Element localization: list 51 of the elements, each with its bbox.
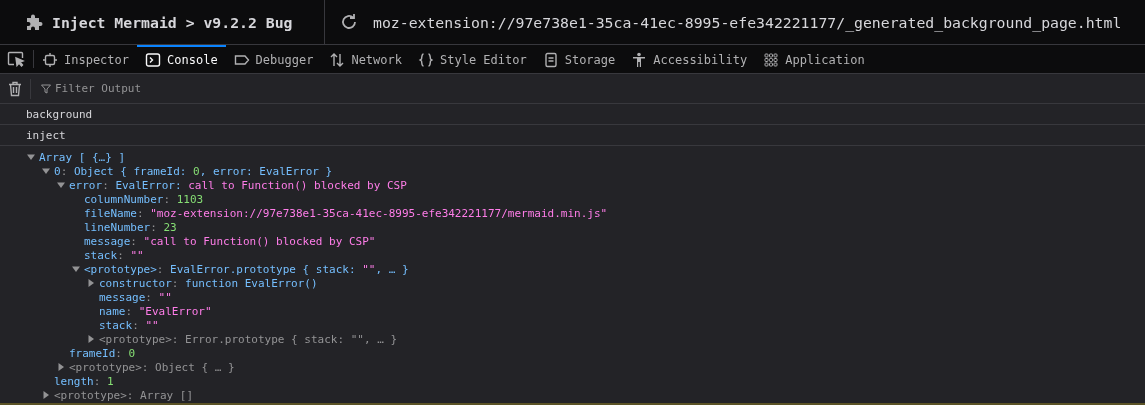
braces-icon xyxy=(418,52,434,68)
devtools-tab[interactable]: Console xyxy=(137,45,226,73)
console-tree-line: 0: Object { frameId: 0, error: EvalError } xyxy=(54,164,333,178)
console-tree-line: <prototype>: EvalError.prototype { stack: "", … } xyxy=(84,262,409,276)
console-tree-line: length: 1 xyxy=(54,374,114,388)
console-message: background xyxy=(0,104,1145,125)
devtools-tab[interactable]: Application xyxy=(755,45,873,73)
console-tree-line: message: "" xyxy=(99,290,172,304)
devtools-tab[interactable]: Inspector xyxy=(34,45,138,73)
disclosure-triangle-icon[interactable] xyxy=(87,335,95,343)
console-tree-line: name: "EvalError" xyxy=(99,304,212,318)
console-tree-line: <prototype>: Array [] xyxy=(54,388,194,402)
puzzle-piece-icon xyxy=(24,12,44,32)
console-tree-line: error: EvalError: call to Function() blocked by CSP xyxy=(69,178,407,192)
console-tree-line: <prototype>: Object { … } xyxy=(69,360,235,374)
reload-button[interactable] xyxy=(339,12,359,32)
console-tree-line: message: "call to Function() blocked by CSP" xyxy=(84,234,376,248)
disclosure-triangle-icon[interactable] xyxy=(72,265,80,273)
disclosure-triangle-icon[interactable] xyxy=(57,363,65,371)
console-message: inject xyxy=(0,125,1145,146)
disclosure-triangle-icon[interactable] xyxy=(57,181,65,189)
console-tree-line: fileName: "moz-extension://97e738e1-35ca-41ec-8995-efe342221177/mermaid.min.js" xyxy=(84,206,608,220)
figure-icon xyxy=(631,52,648,68)
arrows-icon xyxy=(329,52,346,68)
tag-icon xyxy=(233,52,250,68)
devtools-tab[interactable]: Storage xyxy=(534,45,624,73)
funnel-icon xyxy=(41,83,51,94)
grid-icon xyxy=(763,52,780,68)
disclosure-triangle-icon[interactable] xyxy=(87,279,95,287)
page-url: moz-extension://97e738e1-35ca-41ec-8995-efe342221177/_generated_background_page.html xyxy=(373,13,1122,31)
console-icon xyxy=(145,52,162,68)
devtools-tab[interactable]: Network xyxy=(321,45,410,73)
console-tree-line: Array [ {…} ] xyxy=(39,150,126,164)
trash-icon xyxy=(8,80,22,97)
disclosure-triangle-icon[interactable] xyxy=(42,391,50,399)
window-title: Inject Mermaid > v9.2.2 Bug xyxy=(52,13,293,31)
filter-field[interactable]: Filter Output xyxy=(55,82,355,95)
console-tree-line: stack: "" xyxy=(84,248,144,262)
document-icon xyxy=(542,52,559,68)
devtools-tab[interactable]: Debugger xyxy=(225,45,322,73)
devtools-tab[interactable]: Style Editor xyxy=(410,45,535,73)
console-tree-line: lineNumber: 23 xyxy=(84,220,177,234)
devtools-tab[interactable]: Accessibility xyxy=(623,45,756,73)
disclosure-triangle-icon[interactable] xyxy=(42,167,50,175)
console-tree-line: stack: "" xyxy=(99,318,159,332)
console-tree-line: frameId: 0 xyxy=(69,346,136,360)
chip-icon xyxy=(42,52,58,68)
console-tree-line: columnNumber: 1103 xyxy=(84,192,204,206)
console-tree-line: <prototype>: Error.prototype { stack: "", … } xyxy=(99,332,397,346)
console-tree-line: constructor: function EvalError() xyxy=(99,276,318,290)
disclosure-triangle-icon[interactable] xyxy=(27,153,35,161)
